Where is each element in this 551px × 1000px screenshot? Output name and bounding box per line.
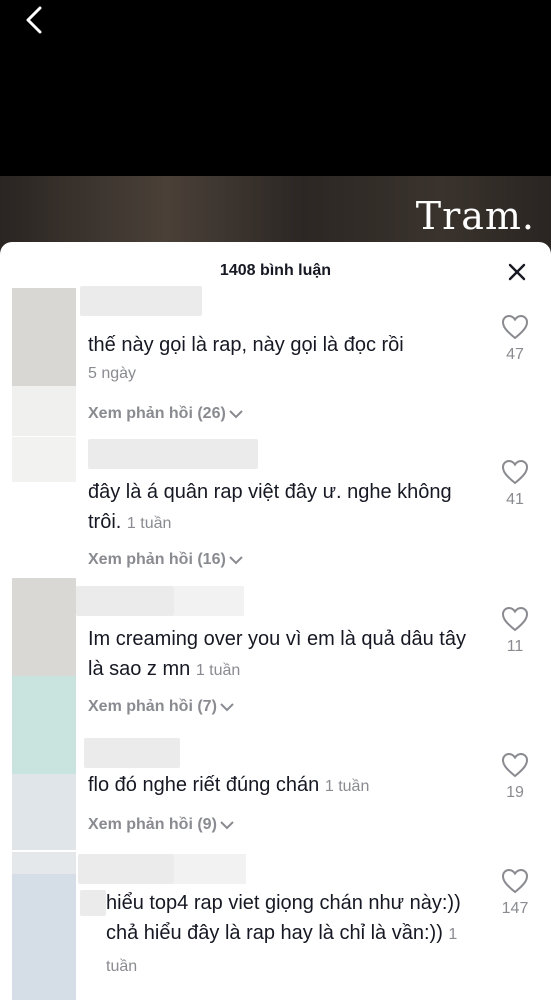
- close-icon: [508, 263, 526, 281]
- chevron-down-icon: [220, 821, 234, 830]
- comment-item: đây là á quân rap việt đây ư. nghe không…: [0, 437, 551, 577]
- chevron-down-icon: [220, 703, 234, 712]
- back-button[interactable]: [14, 4, 54, 44]
- comment-item: hiểu top4 rap viet giọng chán như này:))…: [0, 852, 551, 1000]
- comment-text: đây là á quân rap việt đây ư. nghe không…: [88, 477, 478, 539]
- like-count: 11: [506, 638, 524, 655]
- text-redacted: [80, 890, 106, 916]
- heart-outline-icon: [501, 606, 529, 632]
- like-count: 19: [506, 784, 524, 801]
- comment-time: 5 ngày: [88, 365, 137, 382]
- avatar-placeholder: [12, 774, 76, 850]
- heart-outline-icon: [501, 314, 529, 340]
- like-button[interactable]: 47: [499, 314, 531, 364]
- like-count: 41: [506, 491, 524, 508]
- view-replies-label: Xem phản hồi (26): [88, 405, 226, 422]
- like-count: 47: [506, 346, 524, 363]
- like-button[interactable]: 147: [499, 868, 531, 918]
- video-watermark: Tram.: [415, 194, 535, 238]
- username-redacted[interactable]: [88, 439, 258, 469]
- comment-body: Im creaming over you vì em là quả dâu tâ…: [88, 628, 466, 680]
- username-redacted[interactable]: [78, 854, 174, 884]
- close-button[interactable]: [505, 260, 529, 284]
- comment-body: flo đó nghe riết đúng chán: [88, 774, 320, 796]
- comment-time: 1 tuần: [126, 515, 172, 532]
- comment-body: thế này gọi là rap, này gọi là đọc rồi: [88, 334, 404, 356]
- username-redacted: [174, 586, 244, 616]
- avatar[interactable]: [12, 578, 76, 676]
- comments-sheet: 1408 bình luận thế này gọi là rap, này g…: [0, 242, 551, 1000]
- view-replies-label: Xem phản hồi (9): [88, 816, 217, 833]
- avatar[interactable]: [12, 288, 76, 386]
- video-player[interactable]: Tram.: [0, 0, 551, 250]
- comment-time: 1 tuần: [324, 778, 370, 795]
- comment-text: thế này gọi là rap, này gọi là đọc rồi: [88, 330, 478, 360]
- view-replies-button[interactable]: Xem phản hồi (9): [88, 816, 235, 834]
- username-redacted[interactable]: [84, 738, 180, 768]
- comment-item: Im creaming over you vì em là quả dâu tâ…: [0, 578, 551, 738]
- username-redacted[interactable]: [80, 286, 202, 316]
- like-count: 147: [501, 900, 529, 917]
- chevron-left-icon: [26, 6, 42, 34]
- comment-body: hiểu top4 rap viet giọng chán như này:))…: [106, 892, 461, 944]
- avatar-placeholder: [12, 676, 76, 738]
- comment-item: thế này gọi là rap, này gọi là đọc rồi 5…: [0, 286, 551, 436]
- comment-text: flo đó nghe riết đúng chán 1 tuần: [88, 770, 478, 802]
- heart-outline-icon: [501, 868, 529, 894]
- avatar[interactable]: [12, 852, 76, 874]
- comment-text: hiểu top4 rap viet giọng chán như này:))…: [106, 888, 466, 982]
- comment-text: Im creaming over you vì em là quả dâu tâ…: [88, 624, 478, 686]
- username-redacted[interactable]: [76, 586, 174, 616]
- avatar[interactable]: [12, 738, 76, 774]
- heart-outline-icon: [501, 752, 529, 778]
- like-button[interactable]: 41: [499, 459, 531, 509]
- heart-outline-icon: [501, 459, 529, 485]
- comment-time: 1 tuần: [195, 662, 241, 679]
- view-replies-button[interactable]: Xem phản hồi (26): [88, 405, 244, 423]
- comments-count-title: 1408 bình luận: [219, 262, 332, 279]
- avatar-placeholder: [12, 874, 76, 1000]
- view-replies-button[interactable]: Xem phản hồi (16): [88, 551, 244, 569]
- like-button[interactable]: 11: [499, 606, 531, 656]
- like-button[interactable]: 19: [499, 752, 531, 802]
- view-replies-label: Xem phản hồi (7): [88, 698, 217, 715]
- chevron-down-icon: [229, 556, 243, 565]
- username-redacted: [174, 854, 246, 884]
- avatar[interactable]: [12, 437, 76, 482]
- view-replies-button[interactable]: Xem phản hồi (7): [88, 698, 235, 716]
- avatar-placeholder: [12, 386, 76, 436]
- view-replies-label: Xem phản hồi (16): [88, 551, 226, 568]
- comment-item: flo đó nghe riết đúng chán 1 tuần 19 Xem…: [0, 738, 551, 850]
- chevron-down-icon: [229, 410, 243, 419]
